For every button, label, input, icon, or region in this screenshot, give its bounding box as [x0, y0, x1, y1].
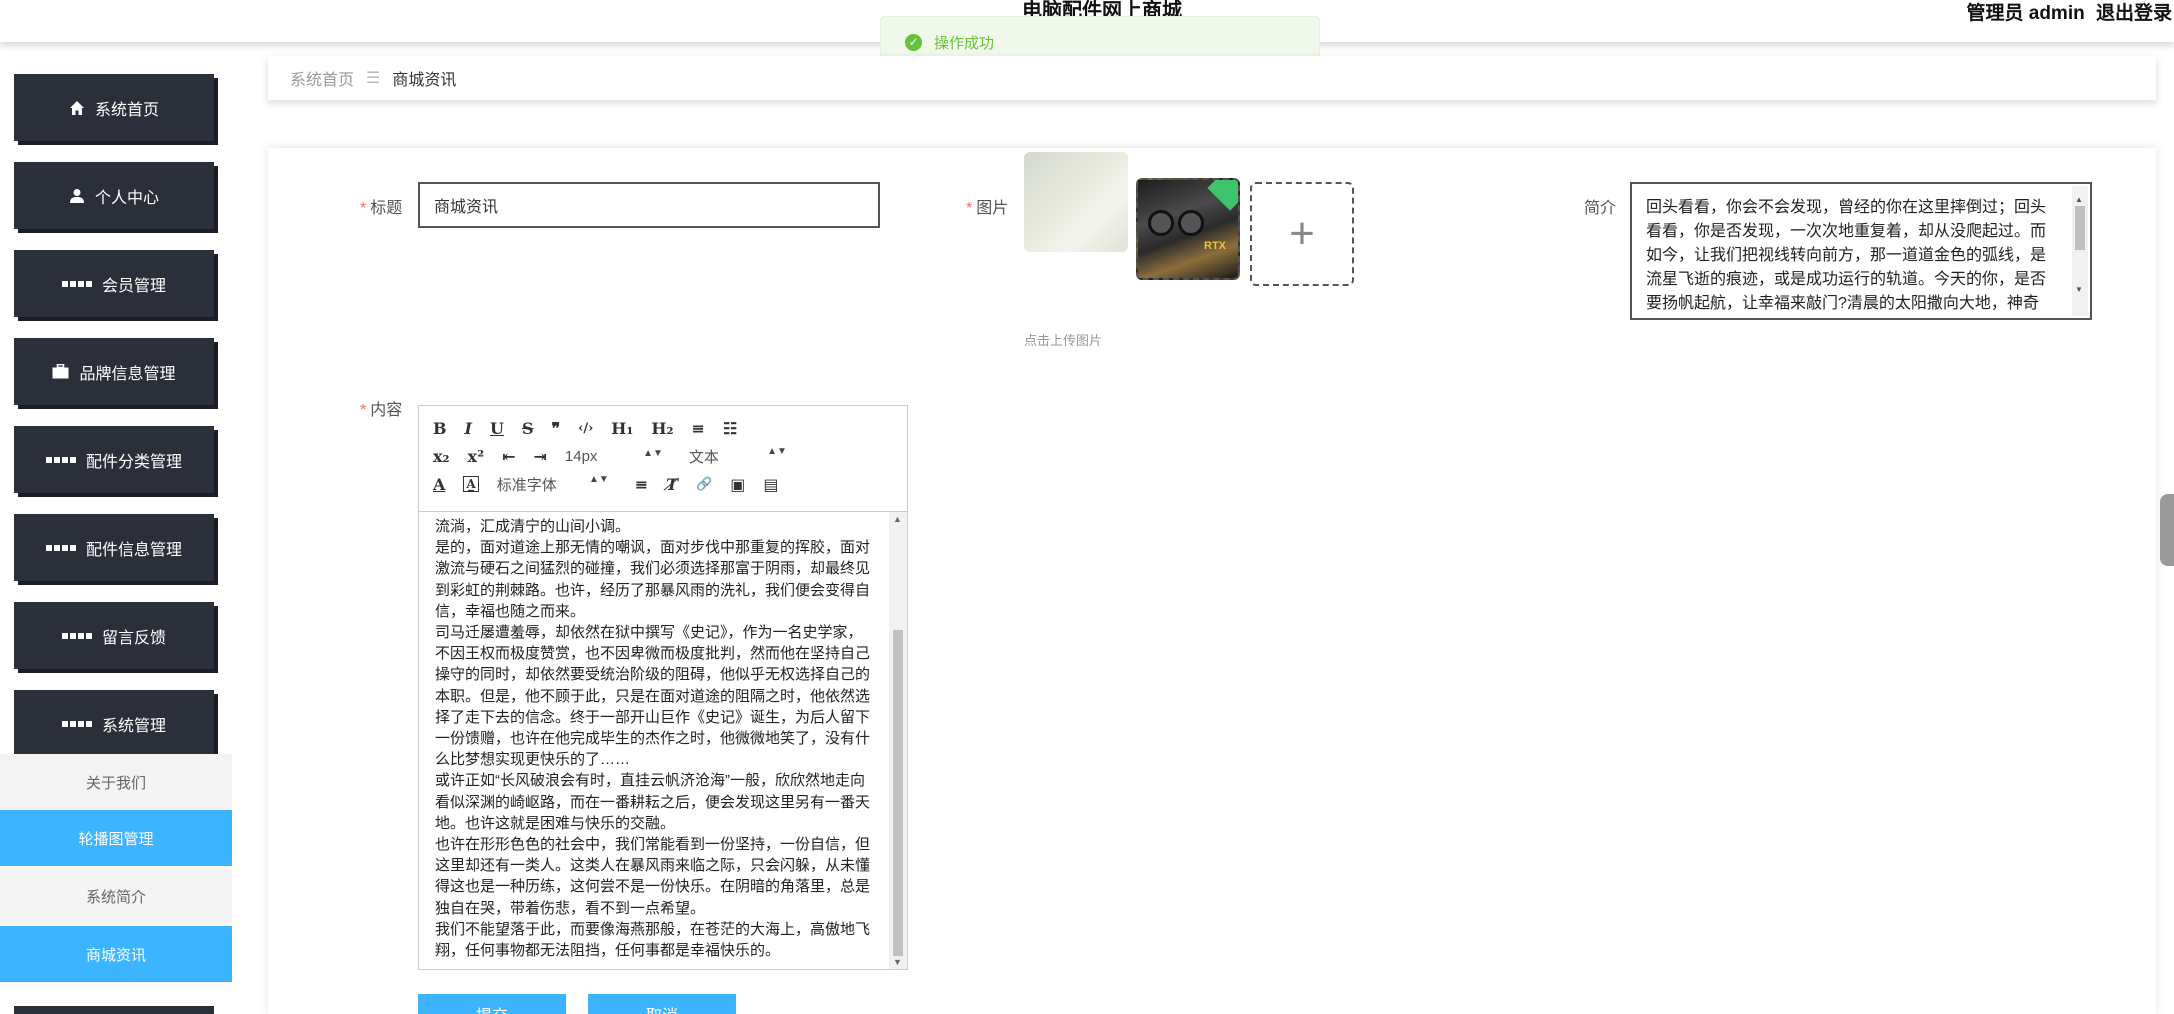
- gpu-badge: RTX: [1204, 240, 1226, 252]
- image-icon[interactable]: ▣: [730, 475, 745, 494]
- title-input[interactable]: [418, 182, 880, 228]
- select-arrows-icon: ▲▼: [767, 445, 787, 457]
- plus-icon: +: [1289, 209, 1315, 258]
- sidebar-item-label: 品牌信息管理: [79, 365, 176, 383]
- italic-icon[interactable]: I: [465, 419, 472, 438]
- select-arrows-icon: ▲▼: [588, 473, 609, 485]
- subscript-icon[interactable]: x₂: [433, 447, 450, 466]
- admin-info: 管理员 admin 退出登录: [1960, 0, 2172, 25]
- fan-graphic: [1148, 210, 1174, 236]
- grid-icon: [61, 632, 92, 639]
- page-scrollbar[interactable]: [2160, 494, 2174, 566]
- sidebar-item-label: 个人中心: [94, 189, 159, 207]
- editor-content[interactable]: 流淌，汇成清宁的山间小调。 是的，面对道途上那无情的嘲讽，面对步伐中那重复的挥胶…: [419, 512, 889, 969]
- font-family-select[interactable]: 标准字体 ▲▼: [497, 474, 609, 495]
- intro-scrollbar[interactable]: ▲ ▼: [2072, 186, 2088, 316]
- sidebar-item-parts[interactable]: 配件信息管理: [14, 514, 214, 581]
- intro-textarea[interactable]: 回头看看，你会不会发现，曾经的你在这里摔倒过；回头看看，你是否发现，一次次地重复…: [1630, 182, 2092, 320]
- sidebar-item-brands[interactable]: 品牌信息管理: [14, 338, 214, 405]
- home-icon: [69, 100, 85, 116]
- sidebar-item-home[interactable]: 系统首页: [14, 74, 214, 141]
- breadcrumb: 系统首页 ☰ 商城资讯: [268, 56, 2156, 100]
- user-icon: [69, 188, 85, 204]
- check-icon: ✓: [905, 33, 922, 51]
- submenu-carousel[interactable]: 轮播图管理: [0, 810, 232, 866]
- sidebar: 系统首页 个人中心 会员管理 品牌信息管理 配件分类管理 配件信息管理 留言反馈…: [0, 58, 232, 1014]
- submit-button[interactable]: 提交: [418, 994, 566, 1014]
- success-corner-mark: [1207, 180, 1238, 211]
- image-thumbnail-faded[interactable]: [1024, 152, 1128, 252]
- breadcrumb-current: 商城资讯: [392, 72, 457, 89]
- sidebar-item-system[interactable]: 系统管理: [14, 690, 214, 757]
- superscript-icon[interactable]: x²: [468, 447, 485, 466]
- bullet-list-icon[interactable]: ☷: [723, 419, 737, 438]
- scroll-down-icon[interactable]: ▼: [893, 957, 902, 967]
- grid-icon: [61, 720, 92, 727]
- indent-icon[interactable]: ⇥: [534, 447, 547, 466]
- sidebar-item-profile[interactable]: 个人中心: [14, 162, 214, 229]
- rich-text-editor: B I U S ❞ ‹/› H₁ H₂ ≡ ☷ x₂ x² ⇤ ⇥ 14px ▲▼…: [418, 405, 908, 970]
- background-color-icon[interactable]: A̲: [463, 476, 479, 492]
- heading1-icon[interactable]: H₁: [611, 419, 633, 438]
- block-type-select[interactable]: 文本 ▲▼: [689, 446, 787, 467]
- intro-label: 简介: [1584, 200, 1617, 217]
- upload-tip: 点击上传图片: [1024, 333, 1103, 348]
- content-paragraph: 司马迁屡遭羞辱，却依然在狱中撰写《史记》，作为一名史学家，不因王权而极度赞赏，也…: [435, 624, 871, 769]
- font-color-icon[interactable]: A: [433, 475, 445, 494]
- strikethrough-icon[interactable]: S: [522, 419, 534, 438]
- outdent-icon[interactable]: ⇤: [502, 447, 515, 466]
- video-icon[interactable]: ▤: [763, 475, 778, 494]
- sidebar-item-feedback[interactable]: 留言反馈: [14, 602, 214, 669]
- clear-format-icon[interactable]: T̸: [666, 475, 678, 494]
- blockquote-icon[interactable]: ❞: [552, 419, 561, 438]
- image-label: * 图片: [966, 200, 1009, 217]
- grid-icon: [45, 456, 76, 463]
- title-label: * 标题: [360, 200, 403, 217]
- grid-icon: [45, 544, 76, 551]
- editor-toolbar: B I U S ❞ ‹/› H₁ H₂ ≡ ☷ x₂ x² ⇤ ⇥ 14px ▲▼…: [419, 406, 907, 512]
- align-icon[interactable]: ≡: [635, 475, 648, 494]
- sidebar-item-label: 系统管理: [101, 717, 166, 735]
- menu-icon: ☰: [366, 70, 381, 87]
- briefcase-icon: [52, 364, 69, 379]
- cancel-button[interactable]: 取消: [588, 994, 736, 1014]
- submenu-system-intro[interactable]: 系统简介: [0, 868, 232, 924]
- scroll-down-icon[interactable]: ▼: [2075, 278, 2083, 302]
- sidebar-item-categories[interactable]: 配件分类管理: [14, 426, 214, 493]
- content-paragraph: 或许正如“长风破浪会有时，直挂云帆济沧海”一般，欣欣然地走向看似深渊的崎岖路，而…: [435, 772, 871, 832]
- sidebar-item-label: 留言反馈: [101, 629, 166, 647]
- select-arrows-icon: ▲▼: [643, 447, 663, 459]
- sidebar-item-label: 会员管理: [101, 277, 166, 295]
- bold-icon[interactable]: B: [433, 419, 447, 438]
- sidebar-item-members[interactable]: 会员管理: [14, 250, 214, 317]
- fan-graphic: [1178, 210, 1204, 236]
- content-paragraph: 也许在形形色色的社会中，我们常能看到一份坚持，一份自信，但这里却还有一类人。这类…: [435, 836, 871, 917]
- heading2-icon[interactable]: H₂: [651, 419, 673, 438]
- scroll-up-icon[interactable]: ▲: [893, 514, 902, 524]
- submenu-mall-news[interactable]: 商城资讯: [0, 926, 232, 982]
- content-label: * 内容: [360, 402, 403, 419]
- sidebar-item-label: 配件分类管理: [85, 453, 182, 471]
- content-paragraph: 是的，面对道途上那无情的嘲讽，面对步伐中那重复的挥胶，面对激流与硬石之间猛烈的碰…: [435, 539, 871, 620]
- sidebar-item-label: 配件信息管理: [85, 541, 182, 559]
- code-icon[interactable]: ‹/›: [578, 421, 593, 436]
- admin-label: 管理员 admin: [1966, 3, 2085, 24]
- link-icon[interactable]: 🔗: [696, 477, 712, 492]
- editor-scrollbar[interactable]: ▲ ▼: [889, 512, 907, 969]
- breadcrumb-home[interactable]: 系统首页: [290, 66, 354, 90]
- submenu-about-us[interactable]: 关于我们: [0, 754, 232, 810]
- logout-link[interactable]: 退出登录: [2096, 3, 2172, 24]
- image-upload-button[interactable]: +: [1250, 182, 1354, 286]
- toast-message: 操作成功: [934, 34, 995, 52]
- content-paragraph: 流淌，汇成清宁的山间小调。: [435, 518, 631, 535]
- font-size-select[interactable]: 14px ▲▼: [565, 448, 663, 465]
- ordered-list-icon[interactable]: ≡: [692, 419, 705, 438]
- sidebar-item-label: 系统首页: [94, 101, 159, 119]
- intro-text: 回头看看，你会不会发现，曾经的你在这里摔倒过；回头看看，你是否发现，一次次地重复…: [1646, 199, 2047, 312]
- underline-icon[interactable]: U: [490, 419, 504, 438]
- sidebar-item-more[interactable]: [14, 1006, 214, 1014]
- image-thumbnail-gpu[interactable]: RTX: [1136, 178, 1240, 280]
- content-paragraph: 我们不能望落于此，而要像海燕那般，在苍茫的大海上，高傲地飞翔，任何事物都无法阻挡…: [435, 920, 871, 960]
- grid-icon: [61, 280, 92, 287]
